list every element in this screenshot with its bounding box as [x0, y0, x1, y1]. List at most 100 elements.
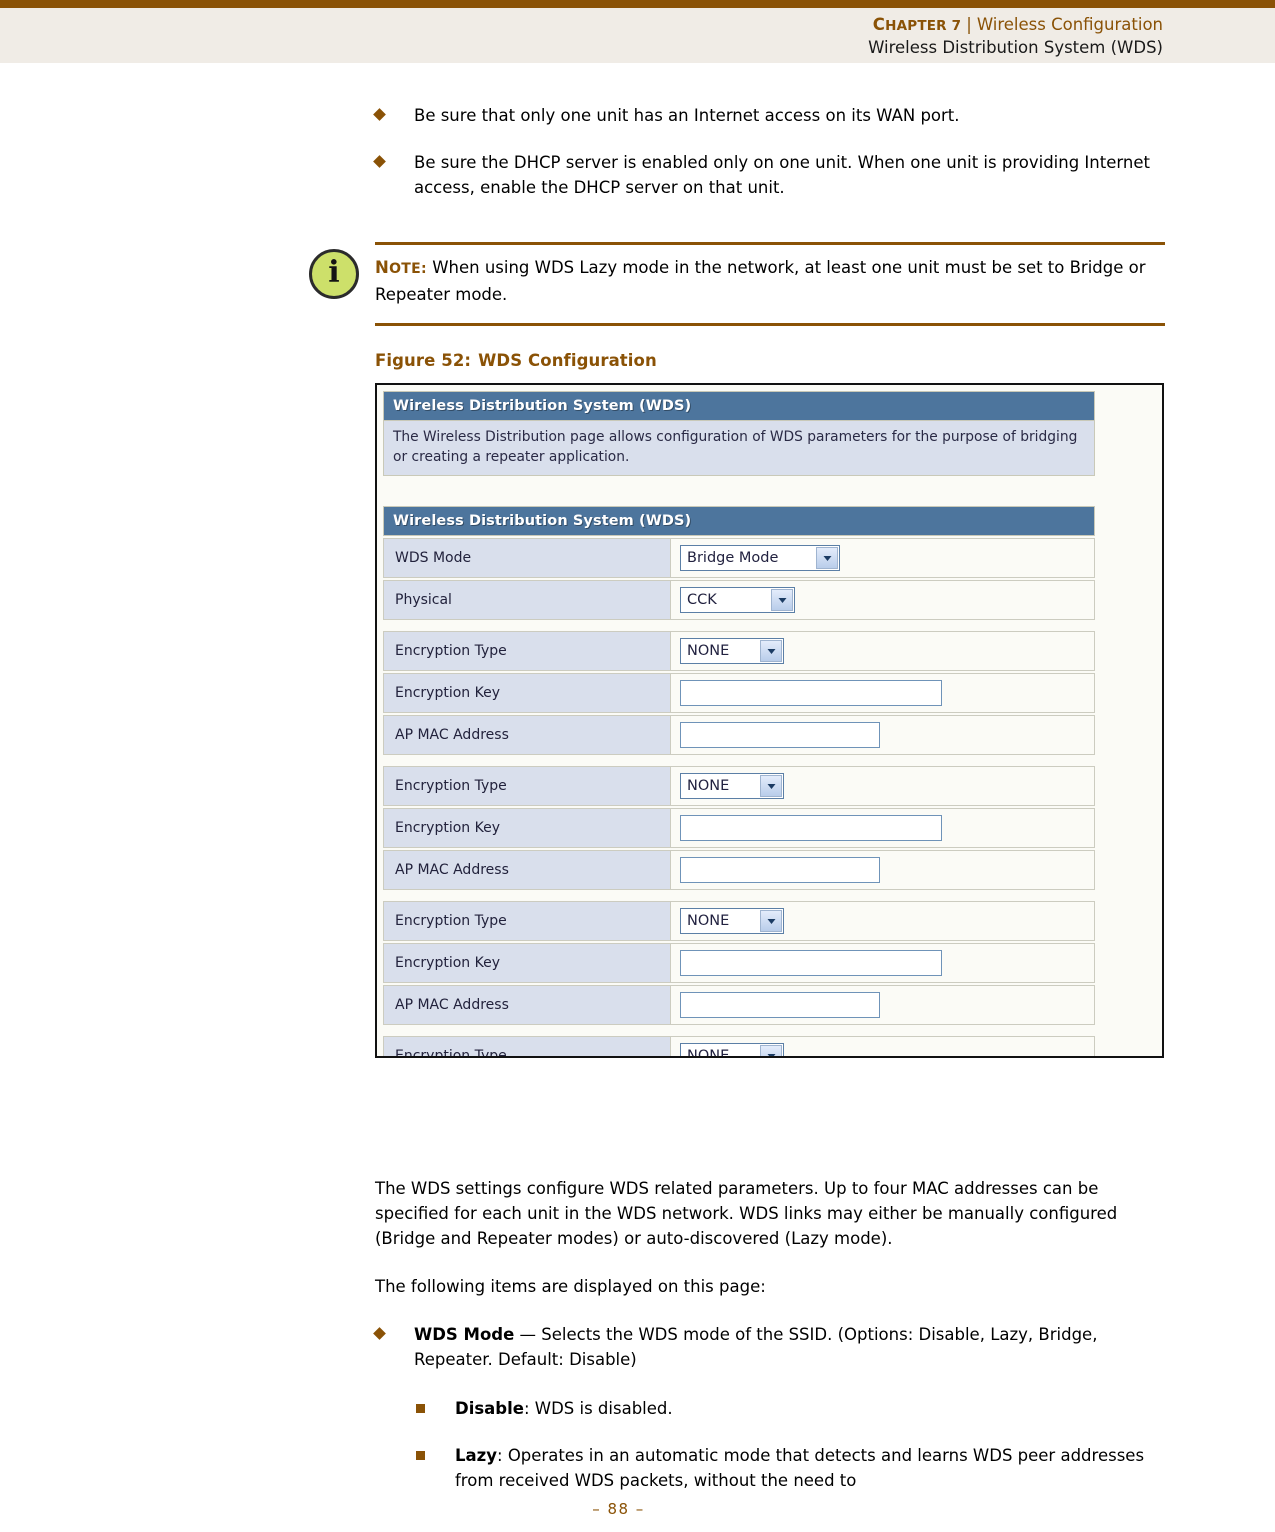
row-field — [671, 850, 1095, 890]
select-value: NONE — [687, 778, 730, 794]
input-ap-mac-address[interactable] — [680, 722, 880, 748]
note-body: i NOTE: When using WDS Lazy mode in the … — [305, 245, 1165, 323]
chevron-down-icon[interactable] — [760, 910, 782, 932]
row-field — [671, 673, 1095, 713]
row-field: CCK — [671, 580, 1095, 620]
definition-wds-mode: — Selects the WDS mode of the SSID. (Opt… — [414, 1325, 1098, 1369]
term-wds-mode: WDS Mode — [414, 1325, 515, 1344]
term-disable: Disable — [455, 1399, 524, 1418]
row-label: Encryption Type — [383, 766, 671, 806]
note-label-rest: OTE: — [389, 261, 427, 277]
table-row: Physical CCK — [383, 580, 1095, 620]
header-section-title: Wireless Configuration — [976, 15, 1163, 34]
select-value: CCK — [687, 592, 717, 608]
form-titlebar: Wireless Distribution System (WDS) — [383, 506, 1095, 536]
figure-image-frame: Wireless Distribution System (WDS) The W… — [375, 383, 1164, 1058]
header-band: CHAPTER 7 | Wireless Configuration Wireles… — [0, 8, 1275, 63]
list-item-text: Be sure that only one unit has an Intern… — [414, 106, 960, 125]
select-wds-mode[interactable]: Bridge Mode — [680, 545, 840, 571]
header-top-rule — [0, 0, 1275, 8]
figure-title: WDS Configuration — [478, 351, 657, 370]
row-field: NONE — [671, 901, 1095, 941]
header-separator: | — [966, 15, 972, 34]
table-row: WDS Mode Bridge Mode — [383, 538, 1095, 578]
input-encryption-key[interactable] — [680, 815, 942, 841]
row-label: Encryption Type — [383, 1036, 671, 1056]
input-encryption-key[interactable] — [680, 680, 942, 706]
trailing-text: The WDS settings configure WDS related p… — [373, 1176, 1175, 1515]
row-field — [671, 715, 1095, 755]
list-item-text: Be sure the DHCP server is enabled only … — [414, 153, 1150, 197]
input-ap-mac-address[interactable] — [680, 857, 880, 883]
table-row: Encryption Key — [383, 808, 1095, 848]
select-encryption-type[interactable]: NONE — [680, 1043, 784, 1056]
paragraph-following-items: The following items are displayed on thi… — [375, 1277, 766, 1296]
chapter-rest: HAPTER 7 — [885, 18, 962, 34]
wds-settings-table: WDS Mode Bridge Mode Physical CCK Encryption… — [383, 538, 1095, 1056]
select-encryption-type[interactable]: NONE — [680, 908, 784, 934]
row-field: Bridge Mode — [671, 538, 1095, 578]
table-row: Encryption Type NONE — [383, 766, 1095, 806]
row-label: Encryption Key — [383, 943, 671, 983]
figure-number: Figure 52: — [375, 351, 472, 370]
diamond-bullet-icon — [373, 108, 386, 121]
select-value: Bridge Mode — [687, 550, 779, 566]
row-label: Encryption Key — [383, 673, 671, 713]
definition-disable: : WDS is disabled. — [523, 1399, 673, 1418]
figure-caption: Figure 52: WDS Configuration — [375, 351, 1165, 370]
list-item: Be sure that only one unit has an Intern… — [373, 103, 1170, 128]
diamond-bullet-icon — [373, 155, 386, 168]
header-chapter-line: CHAPTER 7 | Wireless Configuration — [0, 8, 1163, 37]
row-field — [671, 943, 1095, 983]
row-label: Encryption Key — [383, 808, 671, 848]
list-item: Be sure the DHCP server is enabled only … — [373, 150, 1170, 200]
chevron-down-icon[interactable] — [760, 775, 782, 797]
row-label: Physical — [383, 580, 671, 620]
info-icon-glyph: i — [328, 255, 340, 290]
note-bottom-rule — [375, 323, 1165, 326]
intro-bullet-list: Be sure that only one unit has an Intern… — [373, 103, 1175, 222]
row-label: Encryption Type — [383, 901, 671, 941]
table-row: Encryption Type NONE — [383, 1036, 1095, 1056]
note-label-initial: N — [375, 258, 390, 277]
table-row: Encryption Key — [383, 673, 1095, 713]
note-callout: i NOTE: When using WDS Lazy mode in the … — [305, 242, 1165, 326]
note-text: NOTE: When using WDS Lazy mode in the ne… — [375, 255, 1165, 307]
wds-config-screenshot: Wireless Distribution System (WDS) The W… — [377, 385, 1162, 1056]
table-row: AP MAC Address — [383, 985, 1095, 1025]
chevron-down-icon[interactable] — [816, 547, 838, 569]
input-encryption-key[interactable] — [680, 950, 942, 976]
row-field — [671, 985, 1095, 1025]
chapter-label: CHAPTER 7 — [873, 15, 961, 34]
note-message: When using WDS Lazy mode in the network,… — [375, 258, 1146, 304]
table-row: Encryption Key — [383, 943, 1095, 983]
select-encryption-type[interactable]: NONE — [680, 773, 784, 799]
square-bullet-icon — [416, 1451, 425, 1460]
note-label: NOTE: — [375, 258, 427, 277]
row-field: NONE — [671, 631, 1095, 671]
row-label: Encryption Type — [383, 631, 671, 671]
chevron-down-icon[interactable] — [760, 640, 782, 662]
list-item-lazy: Lazy: Operates in an automatic mode that… — [416, 1443, 1175, 1493]
paragraph-wds-settings: The WDS settings configure WDS related p… — [375, 1179, 1118, 1248]
select-value: NONE — [687, 913, 730, 929]
page-number: – 88 – — [592, 1500, 645, 1518]
row-field: NONE — [671, 1036, 1095, 1056]
table-row: AP MAC Address — [383, 715, 1095, 755]
row-field — [671, 808, 1095, 848]
list-item-disable: Disable: WDS is disabled. — [416, 1396, 1175, 1421]
chapter-initial: C — [872, 15, 886, 34]
header-subsection-title: Wireless Distribution System (WDS) — [868, 38, 1163, 57]
row-label: WDS Mode — [383, 538, 671, 578]
table-row: AP MAC Address — [383, 850, 1095, 890]
select-encryption-type[interactable]: NONE — [680, 638, 784, 664]
table-row: Encryption Type NONE — [383, 901, 1095, 941]
square-bullet-icon — [416, 1404, 425, 1413]
chevron-down-icon[interactable] — [771, 589, 793, 611]
chevron-down-icon[interactable] — [760, 1045, 782, 1056]
input-ap-mac-address[interactable] — [680, 992, 880, 1018]
select-physical[interactable]: CCK — [680, 587, 795, 613]
term-lazy: Lazy — [455, 1446, 498, 1465]
row-field: NONE — [671, 766, 1095, 806]
row-label: AP MAC Address — [383, 715, 671, 755]
